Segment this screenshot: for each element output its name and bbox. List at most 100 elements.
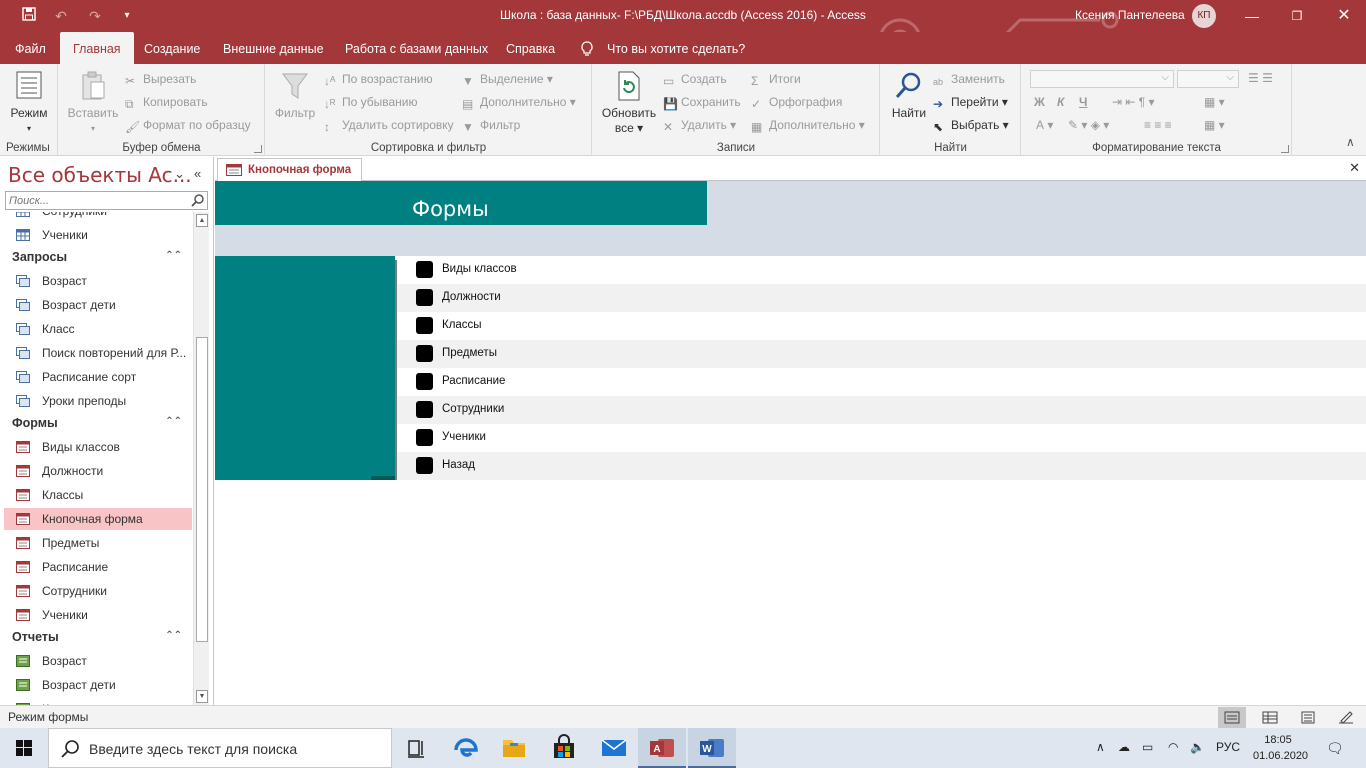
save-record-button[interactable]: 💾 Сохранить xyxy=(663,94,741,111)
layout-view-button[interactable] xyxy=(1294,707,1322,728)
highlight-icon[interactable]: ✎ ▾ ◈ ▾ xyxy=(1068,117,1109,133)
file-explorer-button[interactable] xyxy=(490,728,538,768)
align-icon[interactable]: ≡ ≡ ≡ xyxy=(1144,117,1172,133)
start-button[interactable] xyxy=(0,728,48,768)
restore-button[interactable]: ❐ xyxy=(1282,4,1312,28)
remove-sort-button[interactable]: ↕ Удалить сортировку xyxy=(324,117,454,134)
tab-file[interactable]: Файл xyxy=(2,32,59,64)
paste-button[interactable]: Вставить ▾ xyxy=(65,70,121,136)
switchboard-button[interactable] xyxy=(416,373,433,390)
tab-home[interactable]: Главная xyxy=(60,32,134,64)
close-document-icon[interactable]: ✕ xyxy=(1349,160,1360,176)
tray-chevron-icon[interactable]: ∧ xyxy=(1096,740,1105,754)
switchboard-button[interactable] xyxy=(416,457,433,474)
nav-category[interactable]: Формы ⌃⌃ xyxy=(12,416,188,430)
switchboard-button[interactable] xyxy=(416,345,433,362)
nav-item[interactable]: Поиск повторений для Р... xyxy=(4,342,192,364)
avatar[interactable]: КП xyxy=(1192,4,1216,28)
switchboard-label[interactable]: Классы xyxy=(442,319,482,331)
gridlines-icon[interactable]: ▦ ▾ xyxy=(1204,117,1225,133)
nav-menu-icon[interactable]: ⌄ xyxy=(174,166,185,182)
nav-item[interactable]: Ученики xyxy=(4,604,192,626)
nav-item[interactable]: Класс xyxy=(4,318,192,340)
switchboard-button[interactable] xyxy=(416,429,433,446)
nav-item[interactable]: Возраст xyxy=(4,650,192,672)
switchboard-label[interactable]: Виды классов xyxy=(442,263,517,275)
edge-button[interactable] xyxy=(442,728,490,768)
close-window-button[interactable]: ✕ xyxy=(1329,4,1359,28)
nav-item[interactable]: Уроки преподы xyxy=(4,390,192,412)
format-painter-button[interactable]: 🖌 Формат по образцу xyxy=(125,117,251,134)
mail-button[interactable] xyxy=(590,728,638,768)
delete-record-button[interactable]: ✕ Удалить ▾ xyxy=(663,117,736,134)
notifications-icon[interactable]: 🗨 xyxy=(1326,740,1344,757)
select-button[interactable]: ⬉ Выбрать ▾ xyxy=(933,117,1009,134)
tab-create[interactable]: Создание xyxy=(131,32,213,64)
nav-item[interactable]: Возраст дети xyxy=(4,674,192,696)
nav-item[interactable]: Должности xyxy=(4,460,192,482)
redo-icon[interactable]: ↷ xyxy=(84,6,106,26)
nav-item[interactable]: Расписание сорт xyxy=(4,366,192,388)
tab-switchboard-form[interactable]: Кнопочная форма xyxy=(217,158,363,181)
nav-item[interactable]: Класс xyxy=(4,698,192,705)
nav-item[interactable]: Ученики xyxy=(4,224,192,246)
text-format-launcher-icon[interactable] xyxy=(1281,145,1289,153)
scroll-down-icon[interactable]: ▼ xyxy=(196,690,208,703)
tab-external-data[interactable]: Внешние данные xyxy=(210,32,337,64)
taskbar-search-box[interactable]: Введите здесь текст для поиска xyxy=(48,728,392,768)
minimize-button[interactable]: — xyxy=(1237,4,1267,28)
user-name[interactable]: Ксения Пантелеева xyxy=(1075,8,1185,22)
switchboard-label[interactable]: Назад xyxy=(442,459,475,471)
bullets-icon[interactable]: ☰ ☰ xyxy=(1248,70,1273,86)
switchboard-label[interactable]: Предметы xyxy=(442,347,497,359)
refresh-all-button[interactable]: Обновить все ▾ xyxy=(599,70,659,136)
battery-icon[interactable]: ▭ xyxy=(1142,740,1153,754)
nav-item[interactable]: Расписание xyxy=(4,556,192,578)
italic-button[interactable]: К xyxy=(1057,94,1064,110)
switchboard-label[interactable]: Должности xyxy=(442,291,501,303)
collapse-chevron-icon[interactable]: ⌃⌃ xyxy=(165,416,182,427)
store-button[interactable] xyxy=(540,728,588,768)
collapse-chevron-icon[interactable]: ⌃⌃ xyxy=(165,250,182,261)
language-indicator[interactable]: РУС xyxy=(1216,740,1240,754)
sort-descending-button[interactable]: ↓ᴿ По убыванию xyxy=(324,94,418,111)
switchboard-label[interactable]: Ученики xyxy=(442,431,486,443)
datasheet-view-button[interactable] xyxy=(1256,707,1284,728)
nav-item[interactable]: Виды классов xyxy=(4,436,192,458)
nav-item[interactable]: Сотрудники xyxy=(4,580,192,602)
form-view-button[interactable] xyxy=(1218,707,1246,728)
sort-ascending-button[interactable]: ↓ᴬ По возрастанию xyxy=(324,71,433,88)
font-name-select[interactable]: ⌵ xyxy=(1030,70,1174,88)
font-size-select[interactable]: ⌵ xyxy=(1177,70,1239,88)
tab-help[interactable]: Справка xyxy=(493,32,568,64)
scroll-up-icon[interactable]: ▲ xyxy=(196,214,208,227)
goto-button[interactable]: ➔ Перейти ▾ xyxy=(933,94,1008,111)
cut-button[interactable]: ✂ Вырезать xyxy=(125,71,196,88)
nav-item[interactable]: Кнопочная форма xyxy=(4,508,192,530)
collapse-ribbon-icon[interactable]: ∧ xyxy=(1346,134,1355,150)
records-more-button[interactable]: ▦ Дополнительно ▾ xyxy=(751,117,865,134)
clock[interactable]: 18:05 01.06.2020 xyxy=(1253,732,1308,764)
onedrive-icon[interactable]: ☁ xyxy=(1118,740,1130,754)
task-view-button[interactable] xyxy=(392,728,440,768)
find-button[interactable]: Найти xyxy=(887,70,931,121)
undo-icon[interactable]: ↶ xyxy=(50,6,72,26)
switchboard-label[interactable]: Сотрудники xyxy=(442,403,504,415)
nav-search-input[interactable] xyxy=(6,192,186,209)
switchboard-button[interactable] xyxy=(416,261,433,278)
copy-button[interactable]: ⧉ Копировать xyxy=(125,94,208,111)
bold-button[interactable]: Ж xyxy=(1034,94,1045,110)
replace-button[interactable]: ab Заменить xyxy=(933,71,1005,87)
nav-item[interactable]: Возраст xyxy=(4,270,192,292)
access-button[interactable]: A xyxy=(638,728,686,768)
nav-category[interactable]: Отчеты ⌃⌃ xyxy=(12,630,188,644)
filter-button[interactable]: Фильтр xyxy=(272,70,318,121)
design-view-button[interactable] xyxy=(1332,707,1360,728)
customize-toolbar-icon[interactable]: ▾ xyxy=(116,6,138,26)
alternate-row-color-icon[interactable]: ▦ ▾ xyxy=(1204,94,1225,110)
clipboard-launcher-icon[interactable] xyxy=(254,145,262,153)
nav-item[interactable]: Предметы xyxy=(4,532,192,554)
view-mode-button[interactable]: Режим ▾ xyxy=(6,70,52,136)
scroll-thumb[interactable] xyxy=(196,337,208,642)
switchboard-button[interactable] xyxy=(416,289,433,306)
